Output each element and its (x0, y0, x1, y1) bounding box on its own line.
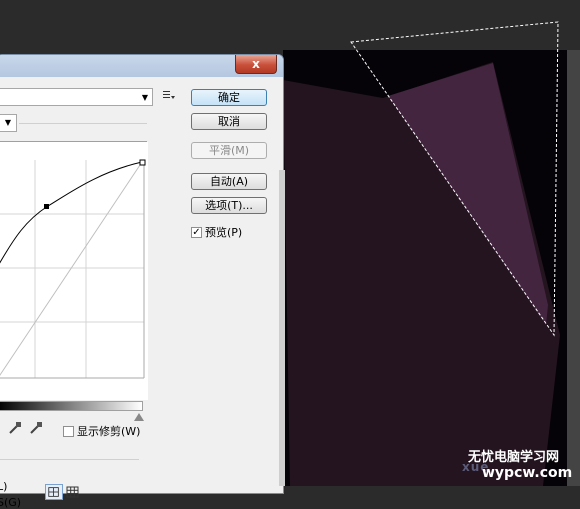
options-button[interactable]: 选项(T)... (191, 197, 267, 214)
show-clipping-label: 显示修剪(W) (77, 425, 141, 438)
detailed-grid-icon[interactable] (65, 484, 81, 500)
white-eyedropper-icon[interactable] (29, 421, 43, 435)
preview-option[interactable]: ✓ 预览(P) (191, 224, 242, 240)
partial-label-l: L) (0, 480, 8, 493)
curve-graph-svg[interactable] (0, 142, 148, 400)
preview-label: 预览(P) (205, 226, 243, 239)
preset-dropdown[interactable]: ▼ (0, 88, 153, 106)
watermark-url: wypcw.com (482, 465, 573, 481)
curve-endpoint (139, 159, 146, 166)
auto-button[interactable]: 自动(A) (191, 173, 267, 190)
gray-eyedropper-icon[interactable] (8, 421, 22, 435)
simple-grid-icon[interactable] (45, 484, 63, 500)
site-watermark: 无忧电脑学习网 xue wypcw.com (462, 446, 580, 486)
close-button[interactable]: x (235, 55, 277, 74)
output-gradient-bar (0, 401, 143, 411)
dialog-body: ▼ ▼ 显示修剪(W) L) S(G) 确定 取消 平滑(M) 自动(A) 选项… (0, 77, 283, 509)
chevron-down-icon: ▼ (4, 118, 11, 127)
chevron-down-icon: ▼ (141, 93, 148, 102)
cancel-button[interactable]: 取消 (191, 113, 267, 130)
channel-dropdown[interactable]: ▼ (0, 114, 17, 132)
curves-dialog: x ▼ ▼ 显示修剪(W) L) S(G) 确定 取消 平滑(M) 自动(A) … (0, 54, 284, 509)
show-clipping-checkbox[interactable] (63, 425, 74, 437)
preset-options-icon[interactable] (163, 90, 175, 100)
preview-checkbox[interactable]: ✓ (191, 226, 202, 238)
canvas-edge-strip (567, 50, 580, 486)
white-point-slider[interactable] (134, 413, 144, 421)
dialog-titlebar[interactable]: x (0, 55, 283, 77)
curve-graph[interactable] (0, 141, 148, 400)
partial-label-g: S(G) (0, 496, 22, 509)
channel-divider (19, 123, 147, 124)
show-clipping-option[interactable]: 显示修剪(W) (63, 423, 140, 439)
smooth-button[interactable]: 平滑(M) (191, 142, 267, 159)
dialog-edge-scrollbar[interactable] (279, 170, 285, 486)
ok-button[interactable]: 确定 (191, 89, 267, 106)
section-divider (0, 459, 139, 460)
curve-point (44, 204, 49, 209)
